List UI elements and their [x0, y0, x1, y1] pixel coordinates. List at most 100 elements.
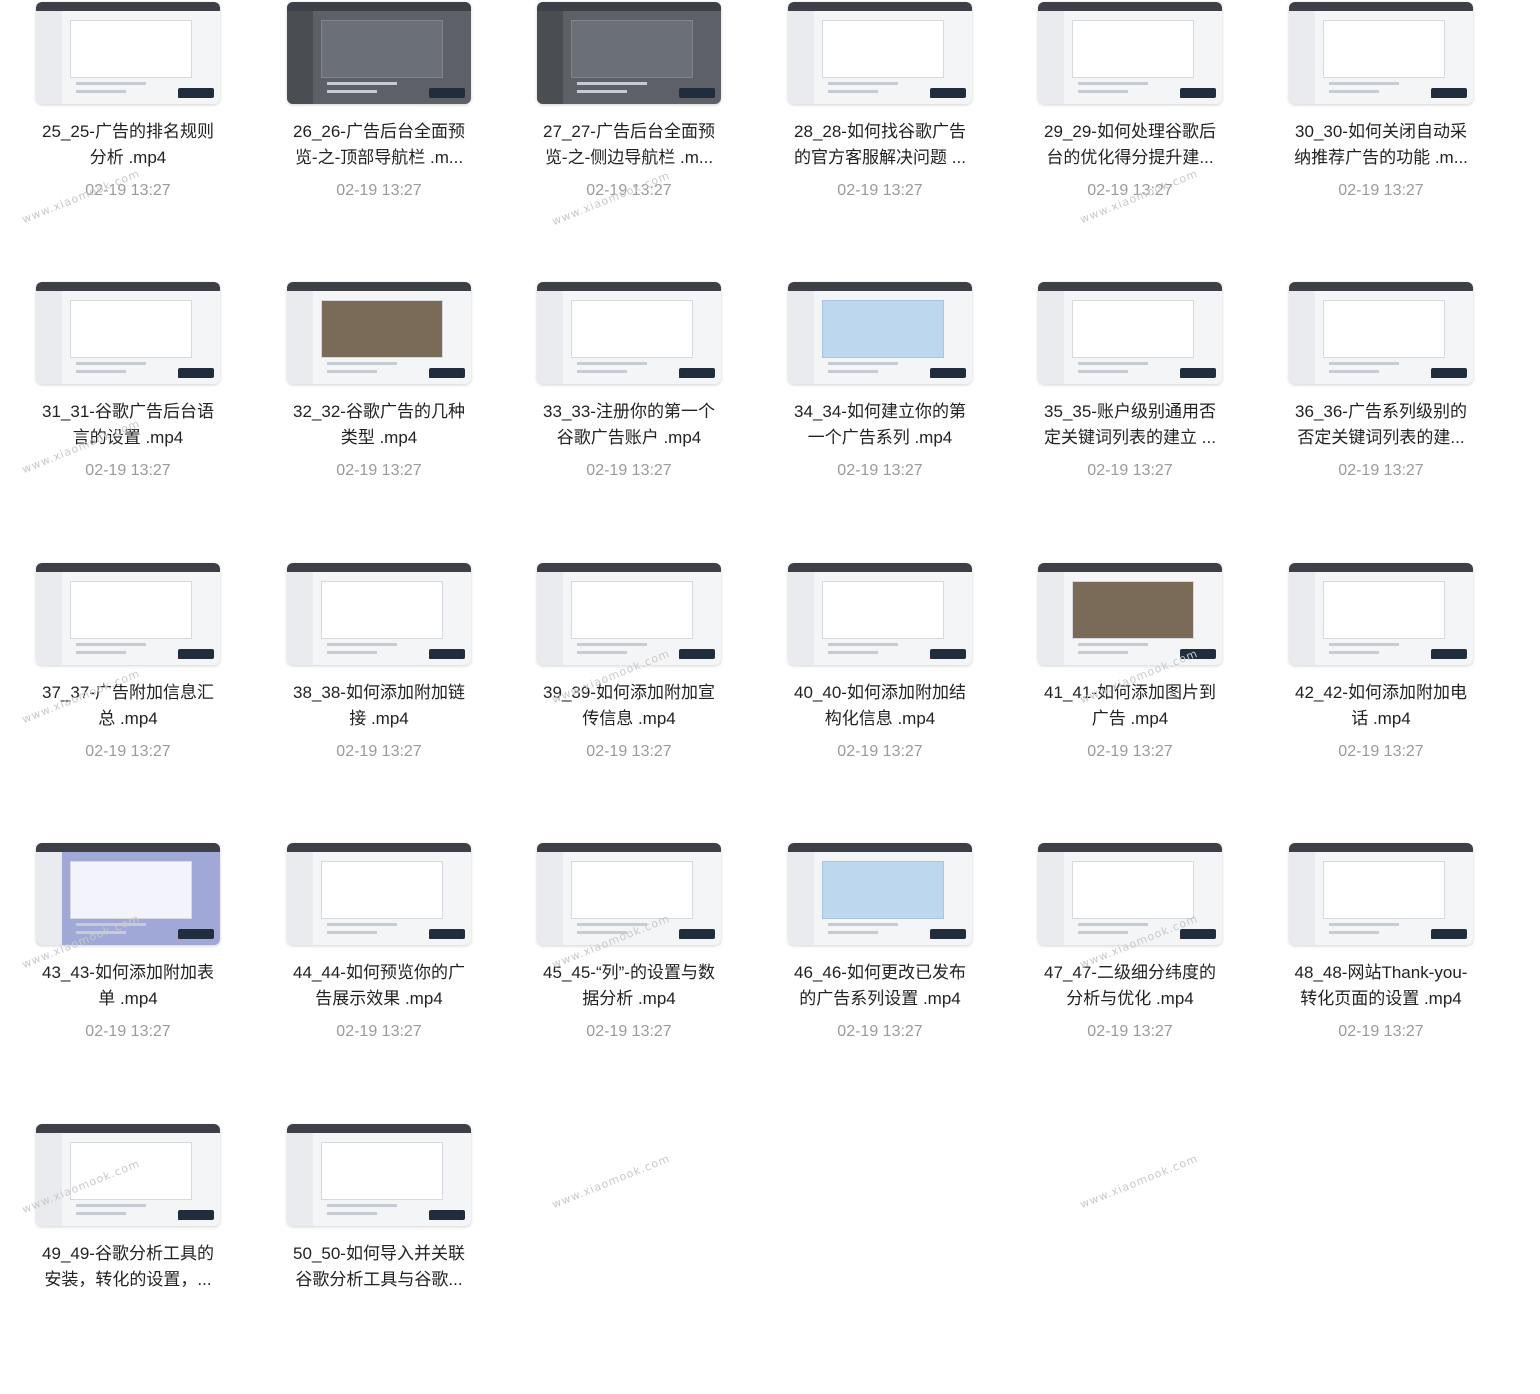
file-item[interactable]: 36_36-广告系列级别的 否定关键词列表的建... 02-19 13:27 [1253, 282, 1503, 552]
file-name[interactable]: 25_25-广告的排名规则 分析 .mp4 [20, 119, 236, 171]
video-thumbnail[interactable] [287, 2, 471, 104]
file-item[interactable]: 50_50-如何导入并关联 谷歌分析工具与谷歌... [251, 1124, 501, 1394]
file-name[interactable]: 35_35-账户级别通用否 定关键词列表的建立 ... [1022, 399, 1238, 451]
file-item[interactable]: 35_35-账户级别通用否 定关键词列表的建立 ... 02-19 13:27 [1002, 282, 1252, 552]
file-name-line: 40_40-如何添加附加结 [794, 683, 966, 702]
file-name-line: 一个广告系列 .mp4 [807, 428, 953, 447]
file-item[interactable]: 44_44-如何预览你的广 告展示效果 .mp4 02-19 13:27 [251, 843, 501, 1113]
brand-logo-icon [1431, 649, 1467, 659]
file-name[interactable]: 44_44-如何预览你的广 告展示效果 .mp4 [271, 960, 487, 1012]
thumb-line [828, 362, 898, 365]
video-thumbnail[interactable] [36, 2, 220, 104]
file-item[interactable]: 46_46-如何更改已发布 的广告系列设置 .mp4 02-19 13:27 [752, 843, 1002, 1113]
file-name[interactable]: 48_48-网站Thank-you- 转化页面的设置 .mp4 [1273, 960, 1489, 1012]
thumb-toolbar [537, 2, 721, 11]
file-item[interactable]: 43_43-如何添加附加表单 .mp4 02-19 13:27 [0, 843, 250, 1113]
file-name[interactable]: 49_49-谷歌分析工具的 安装，转化的设置，... [20, 1241, 236, 1293]
video-thumbnail[interactable] [537, 2, 721, 104]
thumb-line [828, 923, 898, 926]
file-name[interactable]: 43_43-如何添加附加表单 .mp4 [20, 960, 236, 1012]
file-date: 02-19 13:27 [336, 743, 422, 760]
brand-logo-icon [679, 368, 715, 378]
file-item[interactable]: 47_47-二级细分纬度的 分析与优化 .mp4 02-19 13:27 [1002, 843, 1252, 1113]
file-item[interactable]: 48_48-网站Thank-you- 转化页面的设置 .mp4 02-19 13:2… [1253, 843, 1503, 1113]
video-thumbnail[interactable] [287, 1124, 471, 1226]
video-thumbnail[interactable] [788, 843, 972, 945]
thumb-sidebar [1289, 291, 1315, 384]
brand-logo-icon [1180, 368, 1216, 378]
file-name[interactable]: 38_38-如何添加附加链接 .mp4 [271, 680, 487, 732]
file-name[interactable]: 27_27-广告后台全面预 览-之-侧边导航栏 .m... [521, 119, 737, 171]
file-name-line: 的官方客服解决问题 ... [794, 148, 966, 167]
file-item[interactable]: 38_38-如何添加附加链接 .mp4 02-19 13:27 [251, 563, 501, 833]
file-name[interactable]: 30_30-如何关闭自动采 纳推荐广告的功能 .m... [1273, 119, 1489, 171]
file-name[interactable]: 32_32-谷歌广告的几种 类型 .mp4 [271, 399, 487, 451]
thumb-line [1078, 362, 1148, 365]
file-name[interactable]: 34_34-如何建立你的第 一个广告系列 .mp4 [772, 399, 988, 451]
file-date: 02-19 13:27 [1087, 743, 1173, 760]
file-item[interactable]: 32_32-谷歌广告的几种 类型 .mp4 02-19 13:27 [251, 282, 501, 552]
file-name[interactable]: 36_36-广告系列级别的 否定关键词列表的建... [1273, 399, 1489, 451]
video-thumbnail[interactable] [36, 563, 220, 665]
thumb-panel [70, 581, 192, 639]
file-item[interactable]: 34_34-如何建立你的第 一个广告系列 .mp4 02-19 13:27 [752, 282, 1002, 552]
file-item[interactable]: 31_31-谷歌广告后台语 言的设置 .mp4 02-19 13:27 [0, 282, 250, 552]
thumb-sidebar [287, 852, 313, 945]
file-name[interactable]: 39_39-如何添加附加宣 传信息 .mp4 [521, 680, 737, 732]
thumb-toolbar [1038, 843, 1222, 852]
thumb-line [1329, 82, 1399, 85]
file-name[interactable]: 41_41-如何添加图片到 广告 .mp4 [1022, 680, 1238, 732]
file-item[interactable]: 45_45-“列”-的设置与数 据分析 .mp4 02-19 13:27 [501, 843, 751, 1113]
video-thumbnail[interactable] [36, 282, 220, 384]
thumb-line [76, 362, 146, 365]
thumb-panel [1072, 861, 1194, 919]
file-name[interactable]: 42_42-如何添加附加电话 .mp4 [1273, 680, 1489, 732]
thumb-panel [822, 861, 944, 919]
thumb-toolbar [788, 843, 972, 852]
file-item[interactable]: 27_27-广告后台全面预 览-之-侧边导航栏 .m... 02-19 13:27 [501, 2, 751, 272]
file-item[interactable]: 25_25-广告的排名规则 分析 .mp4 02-19 13:27 [0, 2, 250, 272]
file-item[interactable]: 29_29-如何处理谷歌后 台的优化得分提升建... 02-19 13:27 [1002, 2, 1252, 272]
video-thumbnail[interactable] [537, 282, 721, 384]
video-thumbnail[interactable] [287, 282, 471, 384]
video-thumbnail[interactable] [788, 563, 972, 665]
thumb-sidebar [537, 852, 563, 945]
file-name-line: 42_42-如何添加附加电 [1295, 683, 1467, 702]
video-thumbnail[interactable] [287, 843, 471, 945]
file-item[interactable]: 26_26-广告后台全面预 览-之-顶部导航栏 .m... 02-19 13:27 [251, 2, 501, 272]
video-thumbnail[interactable] [1038, 282, 1222, 384]
file-item[interactable]: 40_40-如何添加附加结 构化信息 .mp4 02-19 13:27 [752, 563, 1002, 833]
file-name[interactable]: 28_28-如何找谷歌广告 的官方客服解决问题 ... [772, 119, 988, 171]
video-thumbnail[interactable] [1289, 2, 1473, 104]
file-item[interactable]: 28_28-如何找谷歌广告 的官方客服解决问题 ... 02-19 13:27 [752, 2, 1002, 272]
file-date: 02-19 13:27 [1087, 462, 1173, 479]
video-thumbnail[interactable] [1289, 282, 1473, 384]
file-name-line: 30_30-如何关闭自动采 [1295, 122, 1467, 141]
video-thumbnail[interactable] [1038, 2, 1222, 104]
video-thumbnail[interactable] [1289, 563, 1473, 665]
video-thumbnail[interactable] [36, 1124, 220, 1226]
video-thumbnail[interactable] [788, 282, 972, 384]
file-name[interactable]: 40_40-如何添加附加结 构化信息 .mp4 [772, 680, 988, 732]
file-item[interactable]: 42_42-如何添加附加电话 .mp4 02-19 13:27 [1253, 563, 1503, 833]
file-name[interactable]: 50_50-如何导入并关联 谷歌分析工具与谷歌... [271, 1241, 487, 1293]
file-name[interactable]: 26_26-广告后台全面预 览-之-顶部导航栏 .m... [271, 119, 487, 171]
file-name[interactable]: 47_47-二级细分纬度的 分析与优化 .mp4 [1022, 960, 1238, 1012]
file-item[interactable]: 39_39-如何添加附加宣 传信息 .mp4 02-19 13:27 [501, 563, 751, 833]
file-name[interactable]: 29_29-如何处理谷歌后 台的优化得分提升建... [1022, 119, 1238, 171]
brand-logo-icon [930, 929, 966, 939]
video-thumbnail[interactable] [1038, 843, 1222, 945]
video-thumbnail[interactable] [1289, 843, 1473, 945]
video-thumbnail[interactable] [788, 2, 972, 104]
file-item[interactable]: 37_37-广告附加信息汇总 .mp4 02-19 13:27 [0, 563, 250, 833]
thumb-toolbar [36, 843, 220, 852]
file-item[interactable]: 33_33-注册你的第一个 谷歌广告账户 .mp4 02-19 13:27 [501, 282, 751, 552]
video-thumbnail[interactable] [537, 563, 721, 665]
file-item[interactable]: 41_41-如何添加图片到 广告 .mp4 02-19 13:27 [1002, 563, 1252, 833]
file-name[interactable]: 33_33-注册你的第一个 谷歌广告账户 .mp4 [521, 399, 737, 451]
file-name-line: 台的优化得分提升建... [1046, 148, 1214, 167]
file-item[interactable]: 30_30-如何关闭自动采 纳推荐广告的功能 .m... 02-19 13:27 [1253, 2, 1503, 272]
video-thumbnail[interactable] [287, 563, 471, 665]
file-name[interactable]: 46_46-如何更改已发布 的广告系列设置 .mp4 [772, 960, 988, 1012]
video-thumbnail[interactable] [36, 843, 220, 945]
